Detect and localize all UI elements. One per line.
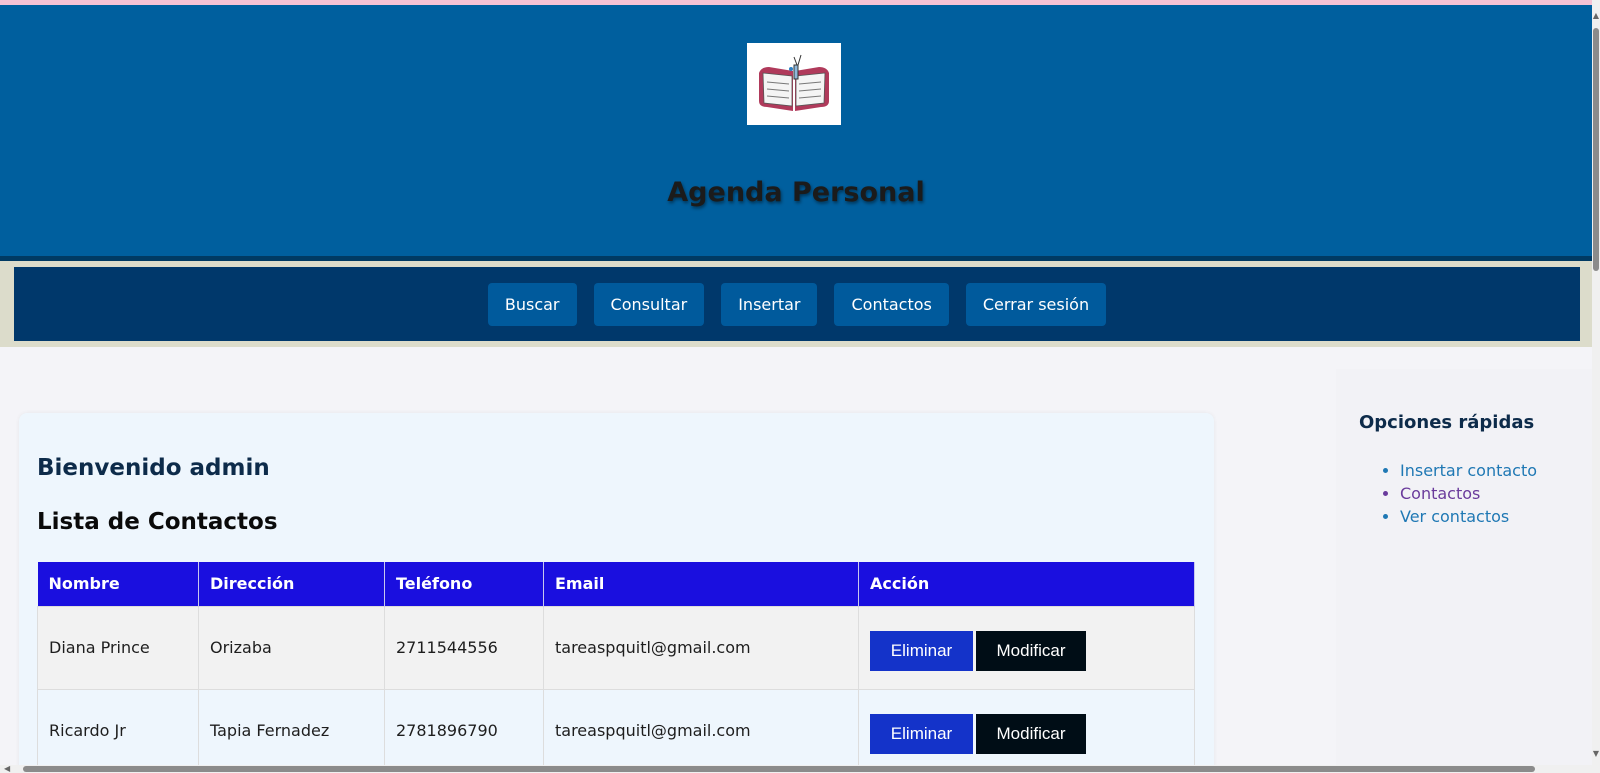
nav-consultar-button[interactable]: Consultar: [593, 282, 705, 326]
vertical-scrollbar[interactable]: ▲ ▼: [1592, 0, 1600, 773]
column-header-email: Email: [543, 562, 859, 606]
cell-accion: Eliminar Modificar: [858, 688, 1195, 773]
horizontal-scrollbar[interactable]: ◀: [0, 765, 1592, 773]
site-title: Agenda Personal: [667, 177, 925, 208]
scroll-down-arrow-icon[interactable]: ▼: [1592, 750, 1600, 758]
table-row: Diana Prince Orizaba 2711544556 tareaspq…: [37, 605, 1195, 690]
delete-button[interactable]: Eliminar: [870, 713, 973, 754]
quick-link-insertar-contacto: Insertar contacto: [1400, 459, 1537, 482]
cell-telefono: 2711544556: [384, 605, 544, 690]
scroll-left-arrow-icon[interactable]: ◀: [4, 765, 10, 773]
table-header-row: Nombre Dirección Teléfono Email Acción: [37, 562, 1195, 606]
column-header-telefono: Teléfono: [384, 562, 544, 606]
ver-contactos-link[interactable]: Ver contactos: [1400, 507, 1509, 526]
quick-options-sidebar: Opciones rápidas Insertar contacto Conta…: [1336, 369, 1592, 773]
contacts-list-title: Lista de Contactos: [37, 509, 278, 535]
column-header-nombre: Nombre: [37, 562, 199, 606]
site-header: Agenda Personal: [0, 5, 1592, 261]
quick-options-title: Opciones rápidas: [1359, 412, 1535, 433]
cell-email: tareaspquitl@gmail.com: [543, 688, 859, 773]
cell-direccion: Tapia Fernadez: [198, 688, 385, 773]
cell-accion: Eliminar Modificar: [858, 605, 1195, 690]
nav-contactos-button[interactable]: Contactos: [834, 282, 949, 326]
nav-wrapper: Buscar Consultar Insertar Contactos Cerr…: [0, 261, 1592, 347]
nav-insertar-button[interactable]: Insertar: [721, 282, 818, 326]
modify-button[interactable]: Modificar: [976, 713, 1086, 754]
delete-button[interactable]: Eliminar: [870, 630, 973, 671]
cell-telefono: 2781896790: [384, 688, 544, 773]
scroll-up-arrow-icon[interactable]: ▲: [1592, 12, 1600, 20]
column-header-direccion: Dirección: [198, 562, 385, 606]
welcome-heading: Bienvenido admin: [37, 455, 270, 481]
cell-direccion: Orizaba: [198, 605, 385, 690]
quick-link-contactos: Contactos: [1400, 482, 1537, 505]
vertical-scroll-thumb[interactable]: [1593, 28, 1599, 271]
table-row: Ricardo Jr Tapia Fernadez 2781896790 tar…: [37, 688, 1195, 773]
cell-nombre: Ricardo Jr: [37, 688, 199, 773]
column-header-accion: Acción: [858, 562, 1195, 606]
quick-link-ver-contactos: Ver contactos: [1400, 505, 1537, 528]
nav-cerrar-sesion-button[interactable]: Cerrar sesión: [965, 282, 1107, 326]
main-nav: Buscar Consultar Insertar Contactos Cerr…: [14, 267, 1580, 341]
insertar-contacto-link[interactable]: Insertar contacto: [1400, 461, 1537, 480]
quick-options-list: Insertar contacto Contactos Ver contacto…: [1400, 459, 1537, 528]
cell-email: tareaspquitl@gmail.com: [543, 605, 859, 690]
agenda-book-icon: [747, 43, 841, 125]
contactos-link[interactable]: Contactos: [1400, 484, 1480, 503]
horizontal-scroll-thumb[interactable]: [23, 766, 1535, 772]
nav-buscar-button[interactable]: Buscar: [487, 282, 577, 326]
cell-nombre: Diana Prince: [37, 605, 199, 690]
modify-button[interactable]: Modificar: [976, 630, 1086, 671]
main-content: Bienvenido admin Lista de Contactos Nomb…: [19, 413, 1214, 773]
contacts-table: Nombre Dirección Teléfono Email Acción D…: [37, 562, 1195, 773]
